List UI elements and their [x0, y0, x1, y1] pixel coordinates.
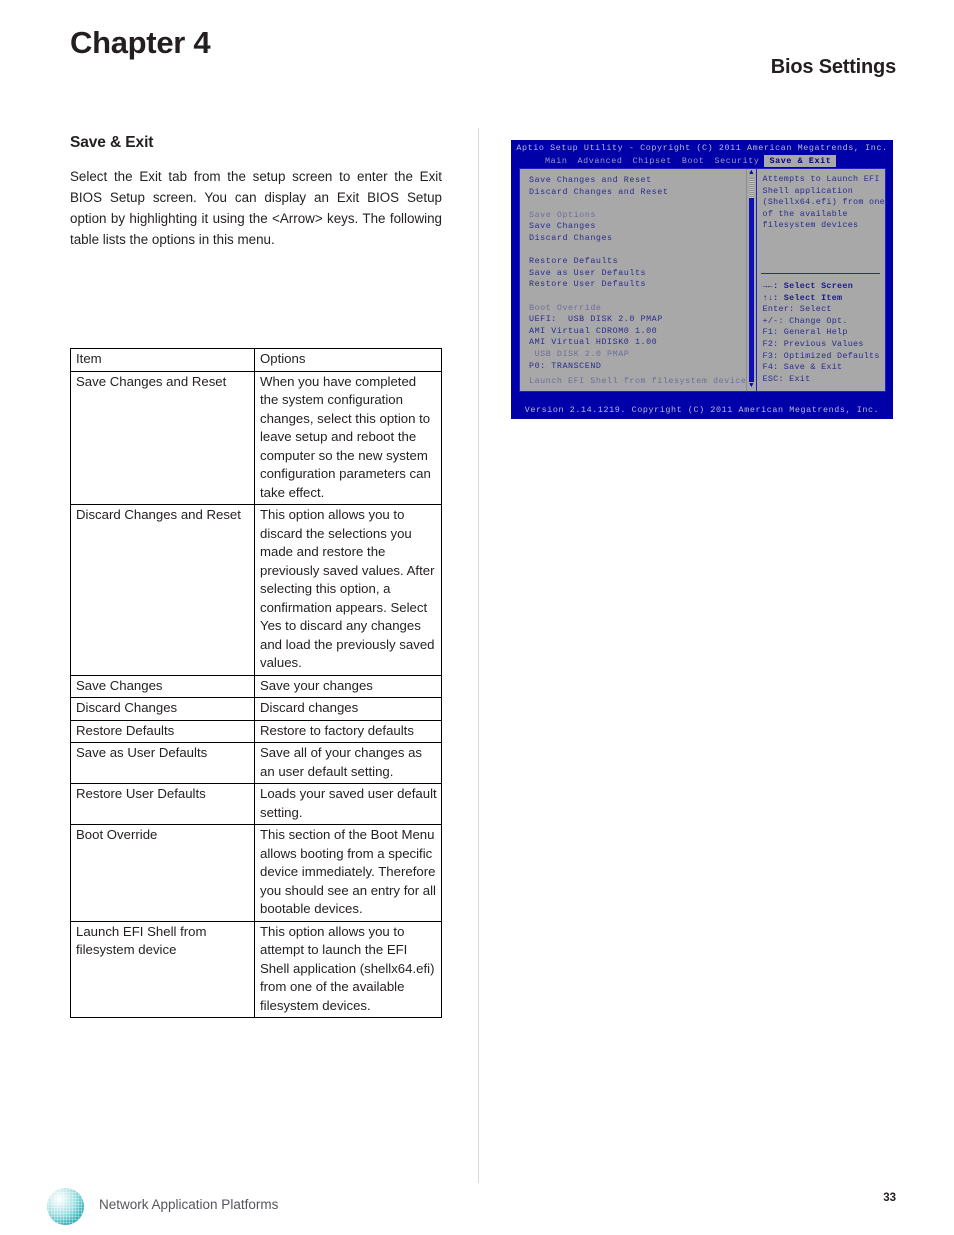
bios-key-legend: →←: Select Screen ↑↓: Select Item Enter: S…: [763, 281, 880, 385]
bios-key-hint: ↑↓: Select Item: [762, 292, 843, 303]
intro-paragraph: Select the Exit tab from the setup scree…: [70, 169, 442, 247]
bios-screenshot: Aptio Setup Utility - Copyright (C) 2011…: [511, 140, 893, 419]
bios-tab-security[interactable]: Security: [709, 155, 764, 167]
table-cell-item: Launch EFI Shell from filesystem device: [70, 920, 255, 1018]
table-row: Save Changes and Reset When you have comp…: [70, 370, 442, 505]
bios-tab-boot[interactable]: Boot: [677, 155, 710, 167]
table-header-cell: Item: [70, 348, 255, 372]
bios-help-line: Shell application: [762, 185, 854, 196]
bios-key-hint: ESC: Exit: [762, 373, 811, 384]
table-cell-options: This option allows you to discard the se…: [254, 504, 442, 676]
bios-key-hint: Enter: Select: [762, 304, 832, 315]
bios-menu-item[interactable]: Save Changes: [529, 221, 746, 233]
table-row: Save Changes Save your changes: [70, 674, 442, 698]
bios-menu-spacer: [529, 291, 746, 303]
column-divider: [478, 128, 479, 1183]
table-cell-options: Restore to factory defaults: [254, 719, 442, 743]
bios-help-line: (Shellx64.efi) from one: [762, 197, 885, 208]
footer-brand-text: Network Application Platforms: [99, 1197, 279, 1212]
help-separator: [760, 273, 880, 274]
bios-menu-item: Boot Override: [529, 302, 602, 313]
bios-menu-item-launch-efi-shell[interactable]: Launch EFI Shell from filesystem device: [529, 376, 746, 386]
table-header-row: Item Options: [70, 348, 442, 372]
logo-dot-pattern: [47, 1188, 84, 1225]
table-row: Discard Changes Discard changes: [70, 697, 442, 721]
table-header-cell: Options: [254, 348, 442, 372]
table-cell-item: Boot Override: [70, 824, 255, 922]
bios-key-hint: F1: General Help: [762, 327, 848, 338]
bios-menu-item[interactable]: Save as User Defaults: [529, 268, 746, 280]
bios-key-hint: +/-: Change Opt.: [762, 315, 848, 326]
bios-key-hint: F4: Save & Exit: [762, 362, 843, 373]
bios-tab-main[interactable]: Main: [540, 155, 573, 167]
table-cell-item: Discard Changes and Reset: [70, 504, 255, 676]
bios-help-line: filesystem devices: [762, 220, 859, 231]
bios-menu-item[interactable]: UEFI: USB DISK 2.0 PMAP: [529, 314, 746, 326]
bios-menu-item[interactable]: P0: TRANSCEND: [529, 361, 746, 373]
table-cell-options: When you have completed the system confi…: [254, 370, 442, 505]
table-cell-item: Save as User Defaults: [70, 742, 255, 784]
bios-menu-item[interactable]: Discard Changes: [529, 233, 746, 245]
table-cell-options: This option allows you to attempt to lau…: [254, 920, 442, 1018]
bios-body: Save Changes and Reset Discard Changes an…: [519, 168, 886, 392]
table-row: Save as User Defaults Save all of your ch…: [70, 742, 442, 784]
bios-key-hint: →←: Select Screen: [762, 281, 854, 291]
bios-menu-item[interactable]: Discard Changes and Reset: [529, 187, 746, 199]
bios-title-bar: Aptio Setup Utility - Copyright (C) 2011…: [516, 143, 888, 153]
subsection-heading: Save & Exit: [70, 134, 154, 151]
bios-menu-spacer: [529, 245, 746, 257]
page-number: 33: [883, 1192, 896, 1204]
bios-version-footer: Version 2.14.1219. Copyright (C) 2011 Am…: [524, 405, 880, 415]
table-row: Restore Defaults Restore to factory defau…: [70, 719, 442, 743]
bios-tab-advanced[interactable]: Advanced: [573, 155, 628, 167]
bios-tab-save-exit[interactable]: Save & Exit: [764, 155, 837, 167]
scroll-down-arrow-icon[interactable]: ▼: [748, 383, 755, 390]
bios-menu-pane: Save Changes and Reset Discard Changes an…: [520, 169, 746, 391]
bios-tab-chipset[interactable]: Chipset: [628, 155, 677, 167]
bios-scrollbar[interactable]: ▲ ▼: [745, 169, 756, 391]
table-row: Boot Override This section of the Boot Me…: [70, 824, 442, 922]
table-cell-item: Discard Changes: [70, 697, 255, 721]
table-cell-options: Save your changes: [254, 674, 442, 698]
table-row: Launch EFI Shell from filesystem device T…: [70, 920, 442, 1018]
section-header: Bios Settings: [770, 56, 896, 78]
company-logo: [47, 1188, 84, 1225]
table-cell-options: Save all of your changes as an user defa…: [254, 742, 442, 784]
bios-menu-item[interactable]: Restore User Defaults: [529, 279, 746, 291]
bios-key-hint: F2: Previous Values: [762, 338, 864, 349]
table-row: Discard Changes and Reset This option all…: [70, 504, 442, 676]
bios-menu-item[interactable]: Save Changes and Reset: [529, 175, 746, 187]
table-row: Restore User Defaults Loads your saved us…: [70, 783, 442, 825]
table-cell-options: This section of the Boot Menu allows boo…: [254, 824, 442, 922]
options-table: Item Options Save Changes and Reset When yo…: [70, 348, 442, 1018]
bios-key-hint: F3: Optimized Defaults: [762, 350, 880, 361]
bios-menu-item[interactable]: AMI Virtual HDISK0 1.00: [529, 337, 746, 349]
left-column: Save & Exit Select the Exit tab from the…: [70, 134, 442, 250]
bios-menu-item[interactable]: AMI Virtual CDROM0 1.00: [529, 326, 746, 338]
table-cell-item: Save Changes and Reset: [70, 370, 255, 505]
bios-tab-bar: Main Advanced Chipset Boot Security Save & Ex…: [511, 155, 893, 167]
table-cell-options: Loads your saved user default setting.: [254, 783, 442, 825]
bios-menu-spacer: [529, 198, 746, 210]
bios-help-line: of the available: [762, 208, 848, 219]
bios-help-line: Attempts to Launch EFI: [762, 174, 880, 184]
scrollbar-thumb[interactable]: [748, 198, 754, 382]
bios-help-pane: Attempts to Launch EFI Shell application(…: [755, 169, 886, 391]
bios-menu-item[interactable]: Restore Defaults: [529, 256, 746, 268]
scroll-up-arrow-icon[interactable]: ▲: [748, 170, 755, 177]
bios-menu-item: USB DISK 2.0 PMAP: [529, 348, 630, 359]
chapter-title: Chapter 4: [70, 25, 211, 60]
bios-menu-item: Save Options: [529, 209, 596, 220]
table-cell-item: Restore User Defaults: [70, 783, 255, 825]
table-cell-item: Save Changes: [70, 674, 255, 698]
table-cell-item: Restore Defaults: [70, 719, 255, 743]
table-cell-options: Discard changes: [254, 697, 442, 721]
